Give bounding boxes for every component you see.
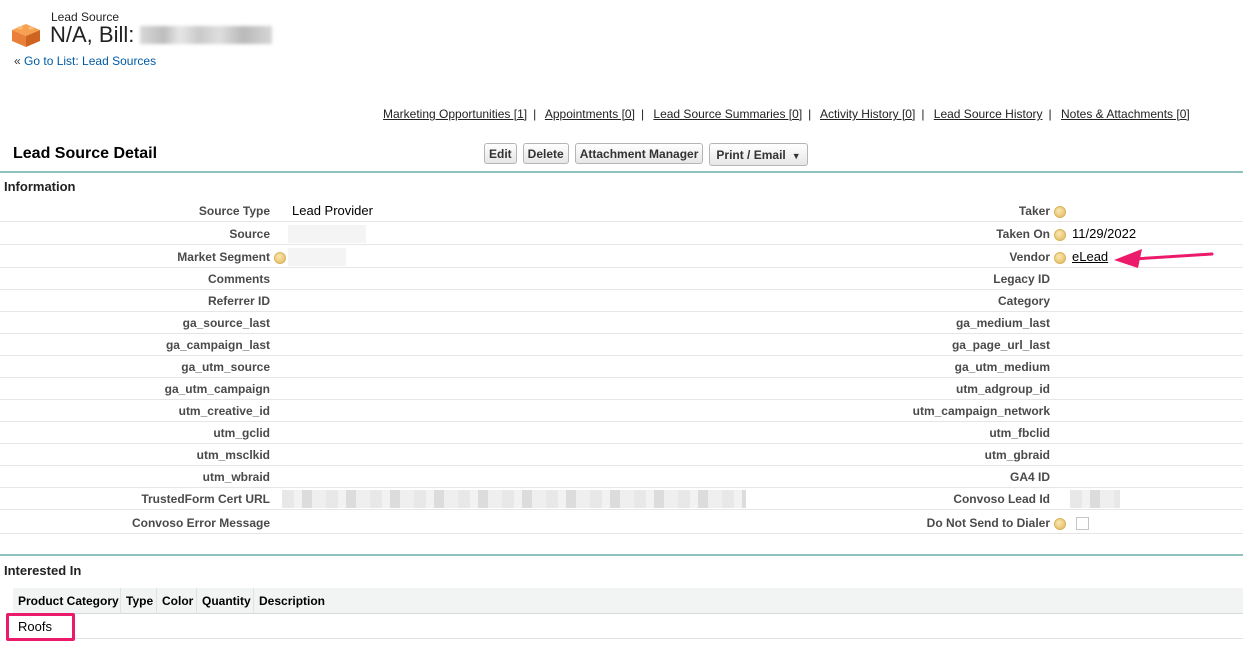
detail-title: Lead Source Detail [13,145,158,162]
help-icon[interactable] [274,252,286,264]
field-label-category: Category [997,294,1050,308]
field-label-comments: Comments [207,272,270,286]
field-row: utm_wbraid GA4 ID [0,466,1243,488]
column-header-type[interactable]: Type [126,594,153,608]
back-arrow: « [14,54,21,68]
lego-brick-icon [12,24,40,47]
annotation-arrow-icon [1114,249,1214,268]
field-label-utm-gclid: utm_gclid [213,426,270,440]
field-row: Market Segment Vendor eLead [0,246,1243,268]
link-notes-attachments[interactable]: Notes & Attachments [0] [1061,107,1190,121]
field-label-taken-on: Taken On [996,227,1050,241]
information-section-title: Information [4,179,76,194]
go-to-list-link[interactable]: Go to List: Lead Sources [24,54,156,68]
field-label-trustedform-cert-url: TrustedForm Cert URL [141,492,270,506]
detail-button-bar: Edit Delete Attachment Manager Print / E… [484,143,808,166]
section-divider [0,171,1243,173]
field-row: ga_campaign_last ga_page_url_last [0,334,1243,356]
field-row: Comments Legacy ID [0,268,1243,290]
help-icon[interactable] [1054,518,1066,530]
column-header-description[interactable]: Description [259,594,325,608]
related-list-links: Marketing Opportunities [1] | Appointment… [383,107,1190,121]
breadcrumb: « Go to List: Lead Sources [14,54,156,68]
column-header-color[interactable]: Color [162,594,193,608]
delete-button[interactable]: Delete [522,143,569,164]
redacted-value [1070,490,1120,508]
print-email-button[interactable]: Print / Email ▼ [709,143,808,166]
field-label-utm-adgroup-id: utm_adgroup_id [955,382,1050,396]
link-marketing-opportunities[interactable]: Marketing Opportunities [1] [383,107,527,121]
field-row: utm_msclkid utm_gbraid [0,444,1243,466]
column-header-product-category[interactable]: Product Category [18,594,119,608]
field-label-ga-utm-source: ga_utm_source [181,360,270,374]
field-row: Source Type Taker Lead Provider [0,200,1243,222]
interested-in-section-title: Interested In [4,563,82,578]
field-row: ga_utm_source ga_utm_medium [0,356,1243,378]
help-icon[interactable] [1054,206,1066,218]
field-label-market-segment: Market Segment [177,250,270,264]
do-not-send-checkbox[interactable] [1076,517,1089,530]
field-label-utm-gbraid: utm_gbraid [984,448,1050,462]
field-row: utm_gclid utm_fbclid [0,422,1243,444]
field-label-source: Source [229,227,270,241]
field-row: ga_utm_campaign utm_adgroup_id [0,378,1243,400]
field-label-source-type: Source Type [198,204,270,218]
field-value-source-type: Lead Provider [292,203,373,218]
field-label-ga-page-url-last: ga_page_url_last [951,338,1050,352]
page-title: N/A, Bill: [50,22,273,48]
attachment-manager-button[interactable]: Attachment Manager [574,143,704,164]
record-name: N/A, Bill: [50,22,135,47]
help-icon[interactable] [1054,252,1066,264]
link-appointments[interactable]: Appointments [0] [545,107,635,121]
chevron-down-icon: ▼ [791,150,801,161]
link-activity-history[interactable]: Activity History [0] [820,107,915,121]
field-label-ga4-id: GA4 ID [1009,470,1050,484]
print-email-label: Print / Email [716,147,786,162]
field-label-ga-utm-campaign: ga_utm_campaign [164,382,270,396]
field-label-ga-utm-medium: ga_utm_medium [954,360,1050,374]
vendor-link[interactable]: eLead [1072,249,1108,264]
column-header-quantity[interactable]: Quantity [202,594,251,608]
field-label-utm-fbclid: utm_fbclid [989,426,1050,440]
field-label-referrer-id: Referrer ID [207,294,270,308]
field-label-legacy-id: Legacy ID [993,272,1050,286]
field-row: Source Taken On 11/29/2022 [0,223,1243,245]
field-label-taker: Taker [1018,204,1050,218]
section-divider [0,554,1243,556]
interested-in-table-header: Product Category Type Color Quantity Des… [13,588,1243,614]
field-label-utm-creative-id: utm_creative_id [178,404,270,418]
link-lead-source-summaries[interactable]: Lead Source Summaries [0] [653,107,802,121]
field-label-utm-msclkid: utm_msclkid [196,448,270,462]
product-category-cell: Roofs [18,619,52,634]
field-label-utm-wbraid: utm_wbraid [202,470,270,484]
field-label-convoso-error-message: Convoso Error Message [131,516,270,530]
field-label-ga-campaign-last: ga_campaign_last [165,338,270,352]
field-label-ga-medium-last: ga_medium_last [955,316,1050,330]
field-label-utm-campaign-network: utm_campaign_network [912,404,1050,418]
help-icon[interactable] [1054,229,1066,241]
redacted-name [140,26,273,44]
redacted-value [282,490,746,508]
field-label-vendor: Vendor [1009,250,1050,264]
redacted-value [288,248,346,266]
table-row [13,615,1243,639]
field-row: Convoso Error Message Do Not Send to Dial… [0,512,1243,534]
field-row: Referrer ID Category [0,290,1243,312]
field-label-ga-source-last: ga_source_last [182,316,270,330]
field-row: ga_source_last ga_medium_last [0,312,1243,334]
field-label-convoso-lead-id: Convoso Lead Id [953,492,1050,506]
edit-button[interactable]: Edit [484,143,517,164]
field-value-taken-on: 11/29/2022 [1072,226,1137,241]
field-label-do-not-send-to-dialer: Do Not Send to Dialer [926,516,1050,530]
redacted-value [288,225,366,243]
link-lead-source-history[interactable]: Lead Source History [934,107,1043,121]
field-row: utm_creative_id utm_campaign_network [0,400,1243,422]
